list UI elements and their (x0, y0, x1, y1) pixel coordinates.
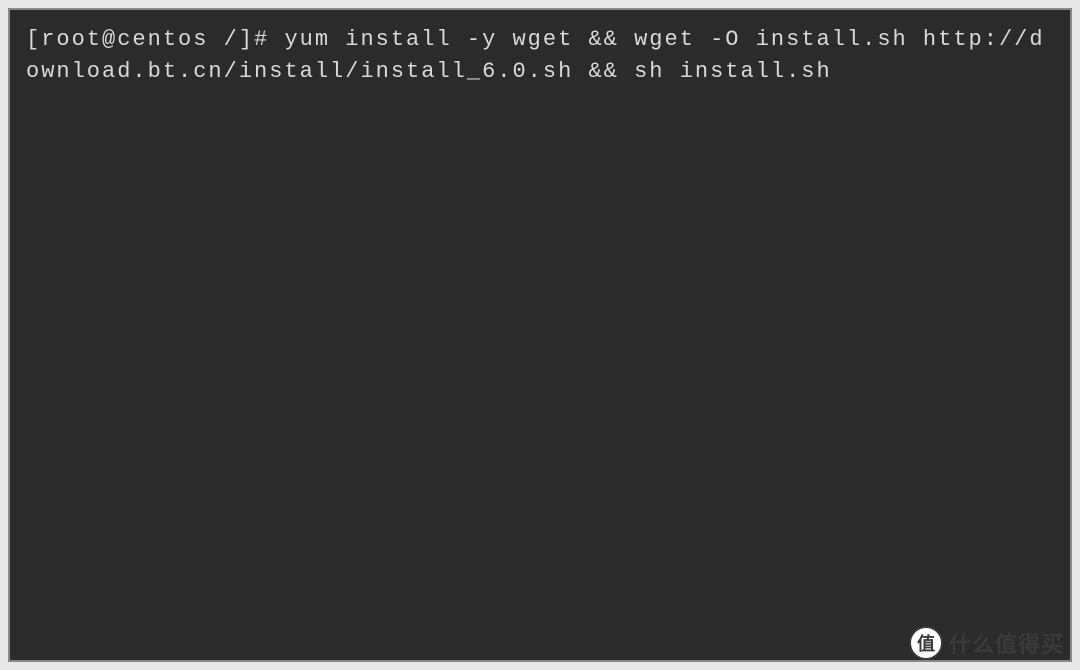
prompt-text: [root@centos /]# (26, 27, 284, 52)
shell-prompt: [root@centos /]# yum install -y wget && … (26, 27, 1045, 84)
terminal-window[interactable]: [root@centos /]# yum install -y wget && … (8, 8, 1072, 662)
watermark-icon-char: 值 (917, 630, 935, 656)
watermark-icon: 值 (909, 626, 943, 660)
terminal-content: [root@centos /]# yum install -y wget && … (26, 24, 1054, 88)
watermark-text: 什么值得买 (949, 627, 1064, 659)
watermark: 值 什么值得买 (909, 626, 1064, 660)
